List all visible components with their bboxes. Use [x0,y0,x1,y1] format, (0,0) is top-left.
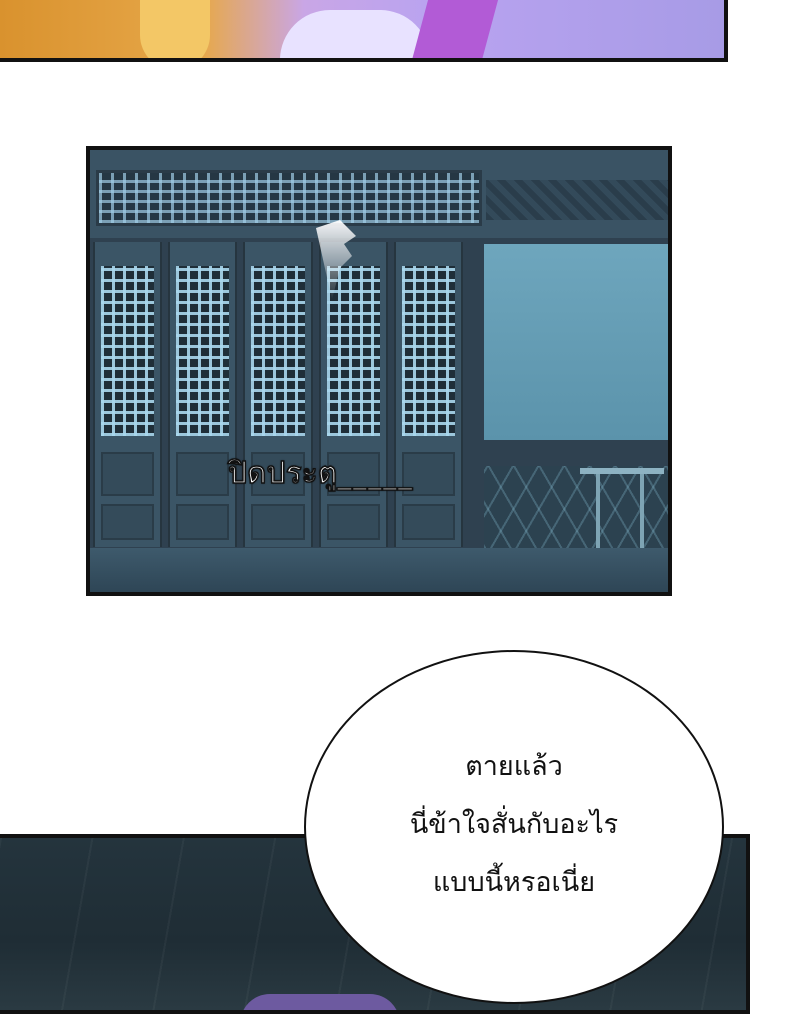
hair-shape [140,0,210,58]
plain-wall [484,244,668,440]
side-table-top [580,468,664,474]
robe-shape [409,0,501,58]
dialogue-line-3: แบบนี้หรอเนี่ย [432,867,596,898]
top-comic-panel [0,0,728,62]
dialogue-line-1: ตายแล้ว [465,751,563,782]
lattice-door [243,242,313,547]
lattice-doors [90,242,466,547]
upper-carved-beam [486,180,668,220]
speech-bubble-text: ตายแล้ว นี่ข้าใจสั่นกับอะไร แบบนี้หรอเนี… [304,738,724,912]
character-hair [240,994,400,1010]
lattice-door [393,242,464,547]
door-close-sound-effect: ปิดประตู_____ [227,455,413,492]
lattice-door [318,242,388,547]
upper-lattice-window [96,170,482,226]
lattice-door [168,242,238,547]
dialogue-line-2: นี่ข้าใจสั่นกับอะไร [409,809,619,840]
room-comic-panel: ปิดประตู_____ [86,146,672,596]
lattice-door [93,242,163,547]
floor [90,548,668,592]
sleeve-shape [280,10,430,58]
